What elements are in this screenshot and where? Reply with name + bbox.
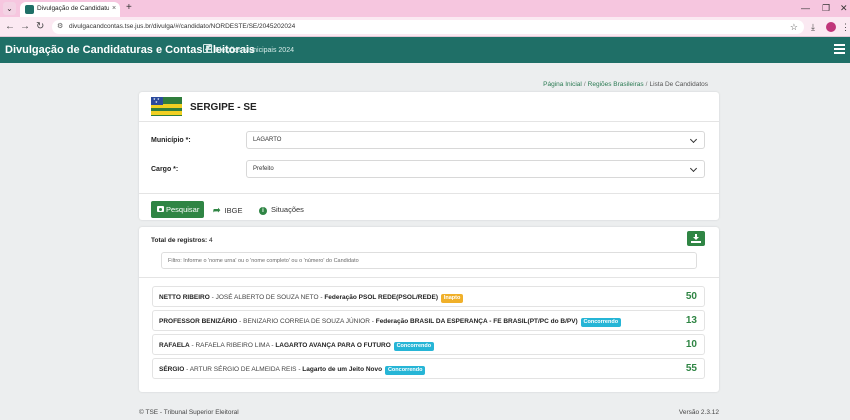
candidate-full-name: JOSÉ ALBERTO DE SOUZA NETO	[215, 294, 319, 301]
total-records-label: Total de registros:	[151, 237, 208, 244]
candidate-ballot-name[interactable]: SÉRGIO	[159, 366, 184, 373]
chevron-down-icon	[689, 135, 698, 144]
footer-copyright: © TSE - Tribunal Superior Eleitoral	[139, 409, 239, 416]
candidate-full-name: BENIZARIO CORREIA DE SOUZA JÚNIOR	[243, 318, 370, 325]
site-info-icon[interactable]: ⚙	[57, 21, 63, 33]
situacoes-label: Situações	[271, 205, 304, 214]
back-arrow-icon[interactable]: ←	[5, 20, 15, 34]
tab-title: Divulgação de Candidaturas e C	[37, 5, 109, 12]
close-window-button[interactable]: ✕	[840, 1, 848, 15]
divider	[139, 277, 719, 278]
candidate-filter-input[interactable]	[161, 252, 697, 269]
download-icon[interactable]: ⤓	[811, 20, 815, 34]
status-badge: Concorrendo	[384, 366, 426, 375]
cargo-label: Cargo *:	[151, 166, 179, 173]
candidate-row[interactable]: RAFAELA - RAFAELA RIBEIRO LIMA - LAGARTO…	[152, 334, 705, 355]
restore-button[interactable]: ❐	[822, 1, 830, 15]
municipio-label: Município *:	[151, 137, 191, 144]
candidate-description: RAFAELA - RAFAELA RIBEIRO LIMA - LAGARTO…	[159, 341, 435, 351]
state-title: SERGIPE - SE	[190, 102, 257, 113]
edit-icon	[203, 44, 212, 53]
search-button-label: Pesquisar	[166, 205, 200, 214]
candidate-ballot-name[interactable]: NETTO RIBEIRO	[159, 294, 210, 301]
total-records: Total de registros: 4	[151, 236, 213, 246]
breadcrumb-current: Lista De Candidatos	[649, 81, 708, 88]
profile-avatar-icon[interactable]	[826, 22, 836, 32]
new-tab-button[interactable]: +	[126, 1, 132, 15]
candidate-party: Lagarto de um Jeito Novo	[302, 366, 383, 373]
candidate-number: 55	[685, 363, 697, 374]
cargo-value: Prefeito	[253, 166, 274, 172]
share-arrow-icon: ➦	[213, 205, 221, 215]
url-text[interactable]: divulgacandcontas.tse.jus.br/divulga/#/c…	[69, 22, 295, 32]
candidate-number: 10	[685, 339, 697, 350]
browser-tabstrip: ⌄ Divulgação de Candidaturas e C × + — ❐…	[0, 0, 850, 17]
status-badge: Concorrendo	[393, 342, 435, 351]
election-selector[interactable]: Eleições Municipais 2024	[203, 44, 294, 57]
reload-icon[interactable]: ↻	[36, 20, 44, 34]
candidate-row[interactable]: SÉRGIO - ARTUR SÉRGIO DE ALMEIDA REIS - …	[152, 358, 705, 379]
total-records-value: 4	[209, 237, 213, 244]
footer-version: Versão 2.3.12	[678, 409, 719, 416]
ibge-label: IBGE	[224, 206, 243, 215]
minimize-button[interactable]: —	[801, 1, 810, 15]
candidate-row[interactable]: PROFESSOR BENIZÁRIO - BENIZARIO CORREIA …	[152, 310, 705, 331]
cargo-select[interactable]: Prefeito	[246, 160, 705, 178]
ibge-link[interactable]: ➦ IBGE	[213, 205, 242, 216]
breadcrumb: Página Inicial / Regiões Brasileiras / Lista…	[543, 80, 708, 90]
download-button[interactable]	[687, 231, 705, 246]
results-card: Total de registros: 4 NETTO RIBEIRO - JO…	[139, 227, 719, 392]
election-label: Eleições Municipais 2024	[215, 47, 294, 54]
breadcrumb-home[interactable]: Página Inicial	[543, 81, 582, 88]
candidate-description: PROFESSOR BENIZÁRIO - BENIZARIO CORREIA …	[159, 317, 622, 327]
status-badge: Concorrendo	[580, 318, 622, 327]
chevron-down-icon	[689, 164, 698, 173]
candidate-number: 13	[685, 315, 697, 326]
address-bar[interactable]: ⚙ divulgacandcontas.tse.jus.br/divulga/#…	[52, 20, 804, 34]
candidate-party: LAGARTO AVANÇA PARA O FUTURO	[275, 342, 391, 349]
camera-icon	[157, 206, 164, 212]
favicon-icon	[25, 5, 34, 14]
divider	[139, 121, 719, 122]
app-header: Divulgação de Candidaturas e Contas Elei…	[0, 37, 850, 63]
sergipe-flag-icon: ★ ★ ★	[151, 97, 182, 116]
forward-arrow-icon[interactable]: →	[20, 20, 30, 34]
situacoes-link[interactable]: i Situações	[259, 205, 304, 215]
candidate-full-name: RAFAELA RIBEIRO LIMA	[195, 342, 270, 349]
municipio-select[interactable]: LAGARTO	[246, 131, 705, 149]
breadcrumb-separator: /	[583, 81, 586, 88]
search-button[interactable]: Pesquisar	[151, 201, 204, 218]
breadcrumb-separator: /	[645, 81, 648, 88]
candidate-ballot-name[interactable]: RAFAELA	[159, 342, 190, 349]
search-card: ★ ★ ★ SERGIPE - SE Município *: LAGARTO …	[139, 92, 719, 220]
hamburger-menu-icon[interactable]	[834, 44, 845, 54]
bookmark-star-icon[interactable]: ☆	[790, 20, 798, 34]
municipio-value: LAGARTO	[253, 137, 282, 143]
status-badge: Inapto	[440, 294, 464, 303]
candidate-full-name: ARTUR SÉRGIO DE ALMEIDA REIS	[189, 366, 297, 373]
divider	[139, 193, 719, 194]
more-options-icon[interactable]: ⋮	[841, 20, 850, 34]
browser-tab[interactable]: Divulgação de Candidaturas e C ×	[20, 2, 120, 17]
tab-close-icon[interactable]: ×	[112, 3, 116, 15]
candidate-party: Federação PSOL REDE(PSOL/REDE)	[324, 294, 438, 301]
candidate-ballot-name[interactable]: PROFESSOR BENIZÁRIO	[159, 318, 237, 325]
breadcrumb-regions[interactable]: Regiões Brasileiras	[588, 81, 644, 88]
candidate-description: NETTO RIBEIRO - JOSÉ ALBERTO DE SOUZA NE…	[159, 293, 464, 303]
browser-toolbar: ← → ↻ ⚙ divulgacandcontas.tse.jus.br/div…	[0, 17, 850, 37]
candidate-description: SÉRGIO - ARTUR SÉRGIO DE ALMEIDA REIS - …	[159, 365, 426, 375]
info-icon: i	[259, 207, 267, 215]
candidate-number: 50	[685, 291, 697, 302]
tab-search-chevron-icon[interactable]: ⌄	[3, 2, 16, 15]
candidate-party: Federação BRASIL DA ESPERANÇA - FE BRASI…	[375, 318, 578, 325]
candidate-row[interactable]: NETTO RIBEIRO - JOSÉ ALBERTO DE SOUZA NE…	[152, 286, 705, 307]
